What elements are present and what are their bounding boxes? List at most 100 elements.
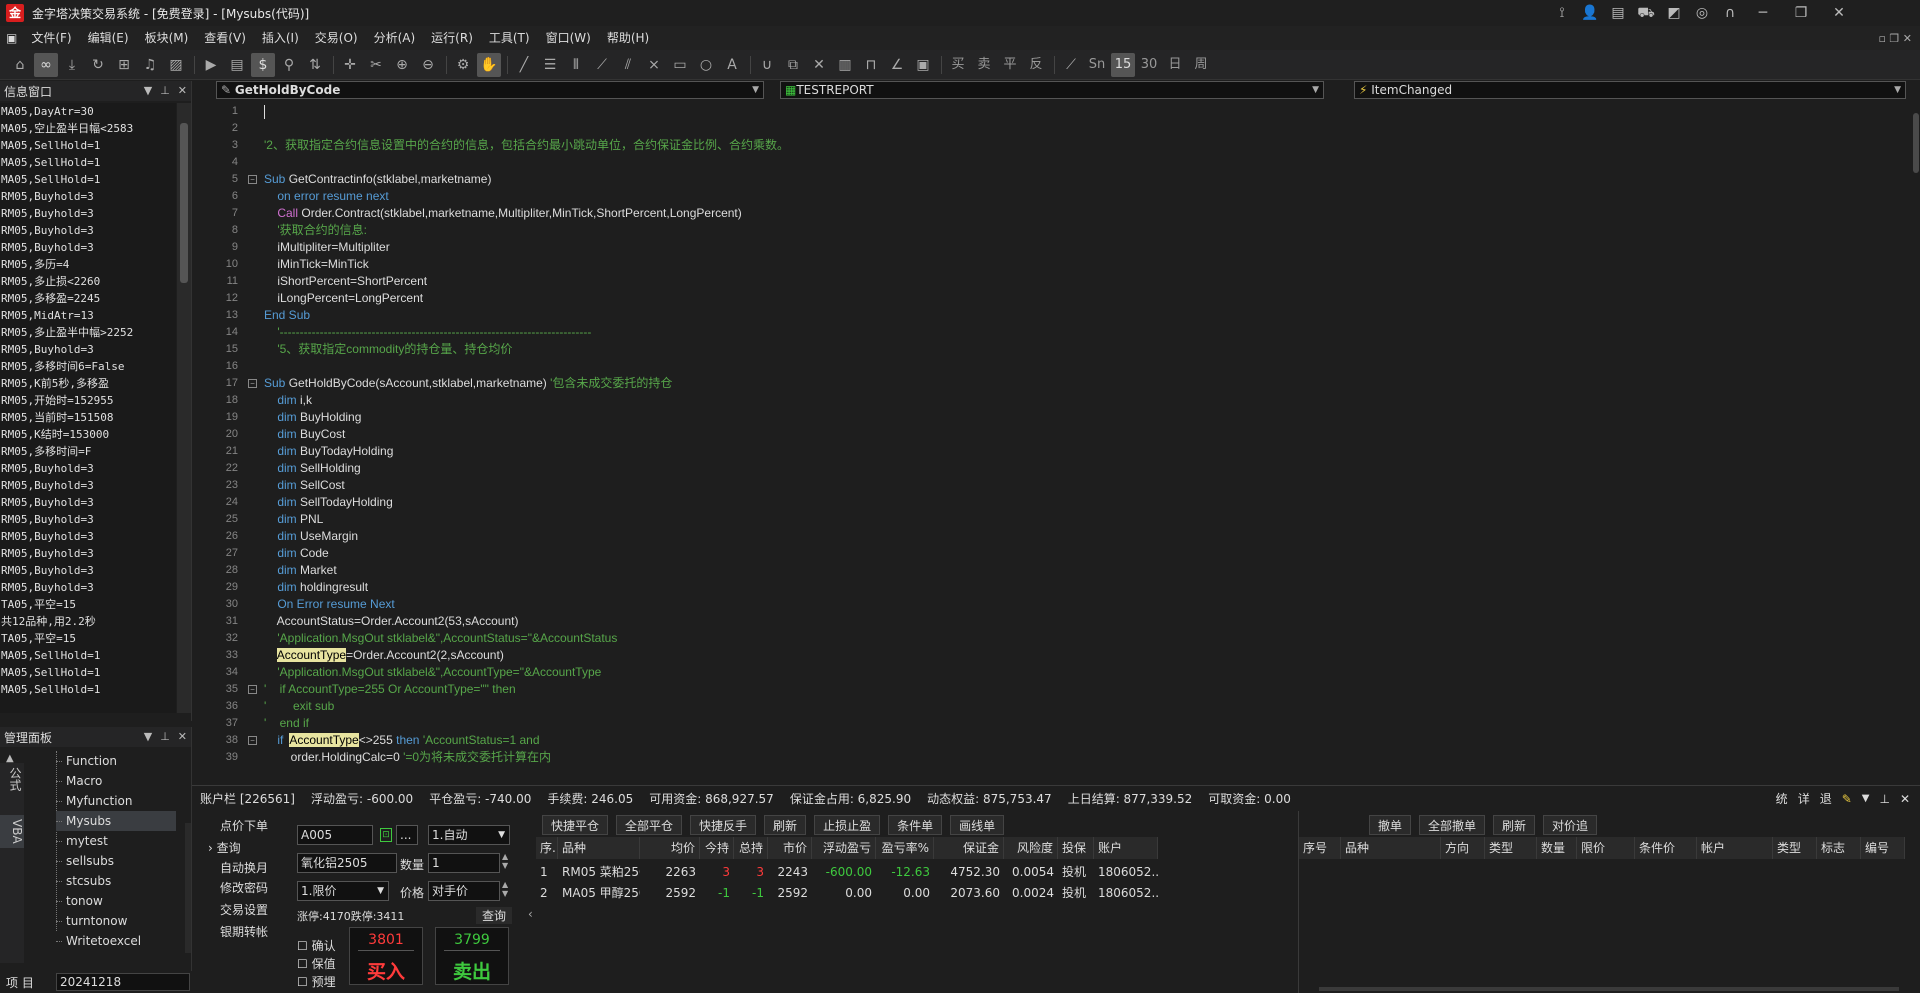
circle-icon[interactable]: ○ <box>694 53 718 77</box>
auto-select[interactable]: 1.自动 ▼ <box>428 825 510 845</box>
code-line[interactable]: 9 iMultipliter=Multipliter <box>212 239 1916 256</box>
column-header[interactable]: 类型 <box>1485 837 1537 859</box>
delete-icon[interactable]: ✕ <box>807 53 831 77</box>
trash-icon[interactable]: ▥ <box>833 53 857 77</box>
column-header[interactable]: 序.. <box>536 837 558 859</box>
sn-tool[interactable]: Sn <box>1085 53 1109 77</box>
code-line[interactable]: 13 End Sub <box>212 307 1916 324</box>
period-day-tool[interactable]: 日 <box>1163 53 1187 77</box>
cancel-order-button[interactable]: 撤单 <box>1369 815 1412 835</box>
menu-tools[interactable]: 工具(T) <box>481 26 538 50</box>
cross-lines-icon[interactable]: ⨯ <box>642 53 666 77</box>
code-line[interactable]: 23 dim SellCost <box>212 477 1916 494</box>
lock-icon[interactable]: ⊡ <box>380 828 392 842</box>
code-line[interactable]: 22 dim SellHolding <box>212 460 1916 477</box>
close-icon[interactable]: ✕ <box>1900 792 1910 806</box>
grid-icon[interactable]: ⊞ <box>112 53 136 77</box>
code-line[interactable]: 14 '------------------------------------… <box>212 324 1916 341</box>
code-line[interactable]: 12 iLongPercent=LongPercent <box>212 290 1916 307</box>
menu-edit[interactable]: 编辑(E) <box>80 26 137 50</box>
event-combo[interactable]: ⚡ ItemChanged ▼ <box>1354 81 1906 99</box>
column-header[interactable]: 标志 <box>1817 837 1861 859</box>
zoom-in-icon[interactable]: ⊕ <box>390 53 414 77</box>
hlines-icon[interactable]: ☰ <box>538 53 562 77</box>
code-line[interactable]: 18 dim i,k <box>212 392 1916 409</box>
refresh-button[interactable]: 刷新 <box>1493 815 1536 835</box>
code-line[interactable]: 32 'Application.MsgOut stklabel&",Accoun… <box>212 630 1916 647</box>
line-icon[interactable]: ╱ <box>512 53 536 77</box>
period-30-tool[interactable]: 30 <box>1137 53 1161 77</box>
line-order-button[interactable]: 画线单 <box>950 815 1005 835</box>
code-line[interactable]: 8 '获取合约的信息: <box>212 222 1916 239</box>
tree-item[interactable]: Myfunction <box>56 791 176 811</box>
quick-close-button[interactable]: 快捷平仓 <box>542 815 609 835</box>
stop-loss-button[interactable]: 止损止盈 <box>814 815 881 835</box>
pending-hscrollbar[interactable] <box>1319 987 1899 991</box>
tree-item[interactable]: stcsubs <box>56 871 176 891</box>
dropdown-icon[interactable]: ▼ <box>1862 793 1870 804</box>
info-scrollbar[interactable] <box>177 103 191 713</box>
code-line[interactable]: 19 dim BuyHolding <box>212 409 1916 426</box>
tab-vba[interactable]: VBA <box>0 815 24 848</box>
fold-toggle-icon[interactable]: − <box>248 379 257 388</box>
project-select[interactable]: 20241218 <box>56 973 190 991</box>
reverse-tool[interactable]: 反 <box>1024 53 1048 77</box>
lock-icon[interactable]: ⊓ <box>859 53 883 77</box>
menu-trade-settings[interactable]: 交易设置 <box>220 901 268 918</box>
menu-run[interactable]: 运行(R) <box>423 26 481 50</box>
column-header[interactable]: 投保 <box>1058 837 1094 859</box>
code-line[interactable]: 28 dim Market <box>212 562 1916 579</box>
price-type-select[interactable]: 1.限价 ▼ <box>297 881 389 901</box>
menu-bank-transfer[interactable]: 银期转帐 <box>220 923 268 940</box>
column-header[interactable]: 品种 <box>1341 837 1441 859</box>
code-line[interactable]: 27 dim Code <box>212 545 1916 562</box>
stats-button[interactable]: 统 <box>1776 790 1788 807</box>
fan-icon[interactable]: ⟋ <box>590 53 614 77</box>
quick-reverse-button[interactable]: 快捷反手 <box>690 815 757 835</box>
settings-icon[interactable]: ⚙ <box>451 53 475 77</box>
close-icon[interactable]: ✕ <box>178 81 187 101</box>
page-icon[interactable]: ▤ <box>225 53 249 77</box>
code-line[interactable]: 24 dim SellTodayHolding <box>212 494 1916 511</box>
column-header[interactable]: 总持 <box>734 837 768 859</box>
cancel-all-button[interactable]: 全部撤单 <box>1419 815 1486 835</box>
menu-sector[interactable]: 板块(M) <box>137 26 197 50</box>
preset-checkbox[interactable]: ☐ 预埋 <box>297 973 336 990</box>
cart-icon[interactable]: ⛟ <box>1632 0 1660 26</box>
menu-quick-order[interactable]: 点价下单 <box>220 817 268 834</box>
confirm-checkbox[interactable]: ☐ 确认 <box>297 937 336 954</box>
menu-roll-month[interactable]: 自动换月 <box>220 859 268 876</box>
column-header[interactable]: 品种 <box>558 837 640 859</box>
code-line[interactable]: 10 iMinTick=MinTick <box>212 256 1916 273</box>
code-line[interactable]: 35 − ' if AccountType=255 Or AccountType="… <box>212 681 1916 698</box>
column-header[interactable]: 均价 <box>640 837 700 859</box>
code-line[interactable]: 6 on error resume next <box>212 188 1916 205</box>
code-line[interactable]: 4 <box>212 154 1916 171</box>
collapse-icon[interactable]: ‹ <box>528 907 533 921</box>
module-combo[interactable]: ▦TESTREPORT ▼ <box>780 81 1324 99</box>
buy-button[interactable]: 3801 买入 <box>349 927 423 985</box>
close-tool[interactable]: 平 <box>998 53 1022 77</box>
menu-insert[interactable]: 插入(I) <box>254 26 307 50</box>
proc-combo[interactable]: ✎ GetHoldByCode ▼ <box>216 81 764 99</box>
vlines-icon[interactable]: ⦀ <box>564 53 588 77</box>
code-line[interactable]: 30 On Error resume Next <box>212 596 1916 613</box>
link-icon[interactable]: ∞ <box>34 52 58 77</box>
menu-file[interactable]: 文件(F) <box>23 26 79 50</box>
bell-icon[interactable]: ♫ <box>138 53 162 77</box>
menu-trade[interactable]: 交易(O) <box>307 26 366 50</box>
logout-button[interactable]: 退 <box>1820 790 1832 807</box>
code-line[interactable]: 16 <box>212 358 1916 375</box>
crosshair-icon[interactable]: ✛ <box>338 53 362 77</box>
rectangle-icon[interactable]: ▭ <box>668 53 692 77</box>
filter-icon[interactable]: ⚲ <box>277 53 301 77</box>
code-scrollbar[interactable] <box>1912 103 1920 781</box>
column-header[interactable]: 市价 <box>768 837 812 859</box>
code-line[interactable]: 31 AccountStatus=Order.Account2(53,sAcco… <box>212 613 1916 630</box>
close-all-button[interactable]: 全部平仓 <box>616 815 683 835</box>
dollar-icon[interactable]: $ <box>251 52 275 77</box>
code-line[interactable]: 3 '2、获取指定合约信息设置中的合约的信息，包括合约最小跳动单位，合约保证金比例… <box>212 137 1916 154</box>
more-button[interactable]: ... <box>396 825 418 845</box>
code-line[interactable]: 38 − if AccountType<>255 then 'AccountSta… <box>212 732 1916 749</box>
column-header[interactable]: 方向 <box>1441 837 1485 859</box>
